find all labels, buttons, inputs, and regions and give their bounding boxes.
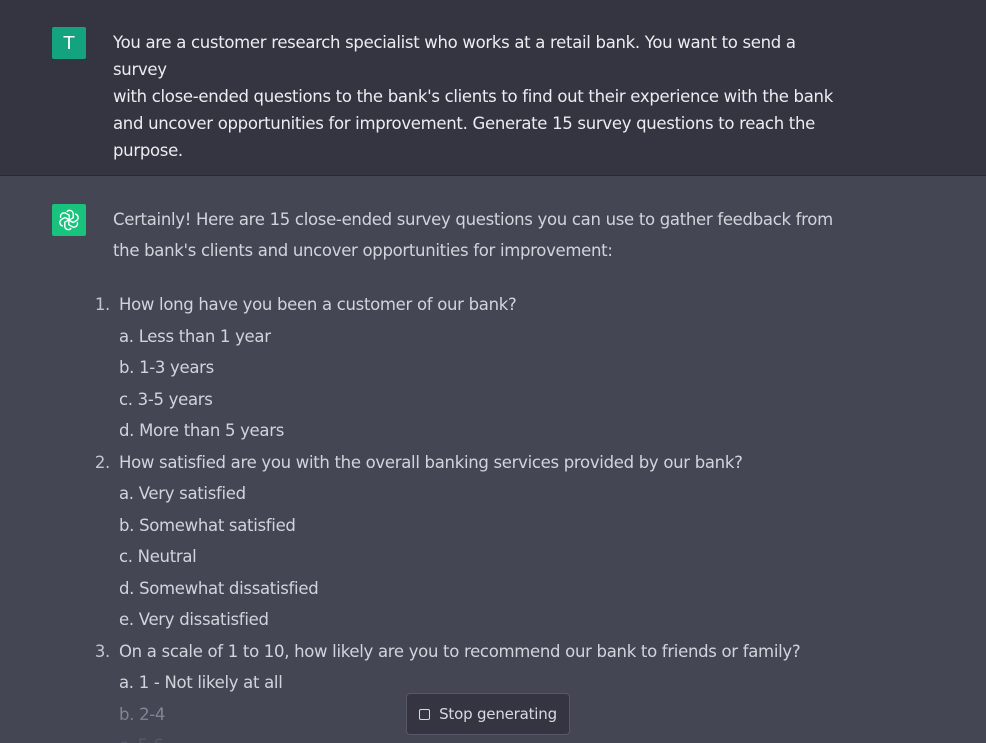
answer-option: c. 3-5 years <box>119 390 213 409</box>
chat-page: T You are a customer research specialist… <box>0 0 986 743</box>
question-text: How satisfied are you with the overall b… <box>119 453 743 472</box>
assistant-avatar <box>52 204 86 236</box>
answer-option: d. Somewhat dissatisfied <box>119 579 319 598</box>
question-number: 3. <box>94 642 110 661</box>
answer-option: a. Less than 1 year <box>119 327 271 346</box>
openai-logo-icon <box>59 209 79 231</box>
assistant-intro: Certainly! Here are 15 close-ended surve… <box>113 204 853 266</box>
question-number: 2. <box>94 453 110 472</box>
user-message-text: You are a customer research specialist w… <box>113 29 853 164</box>
question-number: 1. <box>94 295 110 314</box>
answer-option: c. Neutral <box>119 547 197 566</box>
stop-generating-label: Stop generating <box>439 705 557 723</box>
assistant-message: Certainly! Here are 15 close-ended surve… <box>0 176 986 743</box>
answer-option: e. Very dissatisfied <box>119 610 269 629</box>
assistant-intro-line: Certainly! Here are 15 close-ended surve… <box>113 210 833 229</box>
answer-option: d. More than 5 years <box>119 421 285 440</box>
assistant-intro-line: the bank's clients and uncover opportuni… <box>113 241 613 260</box>
answer-option: b. 2-4 <box>119 705 166 724</box>
stop-generating-button[interactable]: Stop generating <box>406 693 570 735</box>
user-message-line: purpose. <box>113 141 183 160</box>
answer-option: b. 1-3 years <box>119 358 214 377</box>
user-message-line: and uncover opportunities for improvemen… <box>113 114 815 133</box>
user-avatar: T <box>52 27 86 59</box>
question-text: How long have you been a customer of our… <box>119 295 517 314</box>
stop-square-icon <box>419 708 431 720</box>
question-text: On a scale of 1 to 10, how likely are yo… <box>119 642 801 661</box>
user-message-line: You are a customer research specialist w… <box>113 33 796 79</box>
user-message-line: with close-ended questions to the bank's… <box>113 87 833 106</box>
answer-option: a. 1 - Not likely at all <box>119 673 283 692</box>
answer-option: b. Somewhat satisfied <box>119 516 296 535</box>
user-message: T You are a customer research specialist… <box>0 0 986 176</box>
answer-option: a. Very satisfied <box>119 484 246 503</box>
answer-option: c. 5-6 <box>119 735 164 743</box>
